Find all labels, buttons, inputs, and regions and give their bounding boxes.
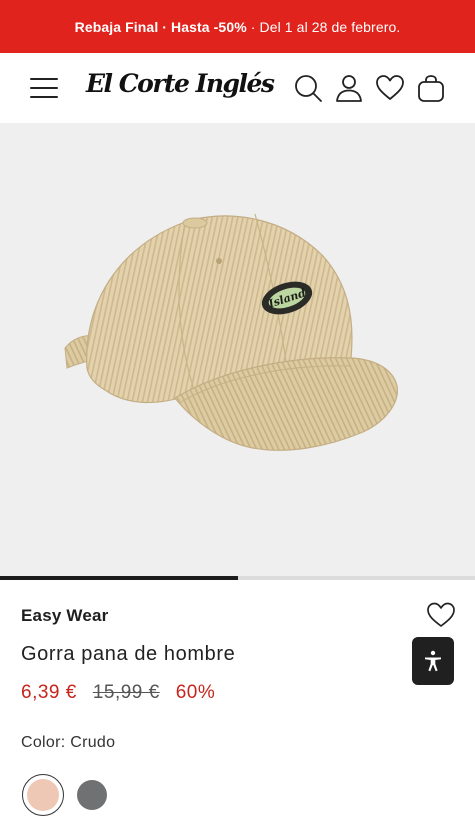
cap-image: Island bbox=[64, 213, 398, 451]
swatch-fill bbox=[27, 779, 59, 811]
discount-percent: 60% bbox=[175, 682, 216, 703]
gallery-progress-bar bbox=[0, 576, 475, 580]
promo-rest-text: · Del 1 al 28 de febrero. bbox=[246, 18, 401, 35]
product-brand[interactable]: Easy Wear bbox=[21, 606, 109, 626]
original-price: 15,99 € bbox=[92, 682, 160, 703]
current-price: 6,39 € bbox=[21, 682, 77, 703]
heart-outline-icon bbox=[427, 602, 455, 627]
bag-icon[interactable] bbox=[416, 73, 446, 103]
price-row: 6,39 € 15,99 € 60% bbox=[21, 682, 215, 704]
product-name: Gorra pana de hombre bbox=[21, 643, 236, 665]
accessibility-icon bbox=[425, 650, 441, 672]
color-swatch-crudo-selected[interactable] bbox=[22, 774, 64, 816]
heart-icon[interactable] bbox=[375, 73, 405, 103]
search-icon[interactable] bbox=[293, 73, 323, 103]
add-to-favorites-button[interactable] bbox=[426, 601, 456, 629]
site-header: El Corte Inglés bbox=[0, 53, 475, 123]
color-swatch-grey[interactable] bbox=[77, 780, 107, 810]
product-image-gallery[interactable]: Island bbox=[0, 123, 475, 580]
site-logo[interactable]: El Corte Inglés bbox=[86, 69, 275, 98]
accessibility-button[interactable] bbox=[412, 637, 454, 685]
promo-banner[interactable]: Rebaja Final · Hasta -50% · Del 1 al 28 … bbox=[0, 0, 475, 53]
promo-bold-text: Rebaja Final · Hasta -50% bbox=[74, 18, 247, 35]
color-label: Color: Crudo bbox=[21, 734, 116, 751]
menu-icon[interactable] bbox=[30, 78, 58, 100]
user-icon[interactable] bbox=[334, 73, 364, 103]
gallery-progress-fill bbox=[0, 576, 238, 580]
